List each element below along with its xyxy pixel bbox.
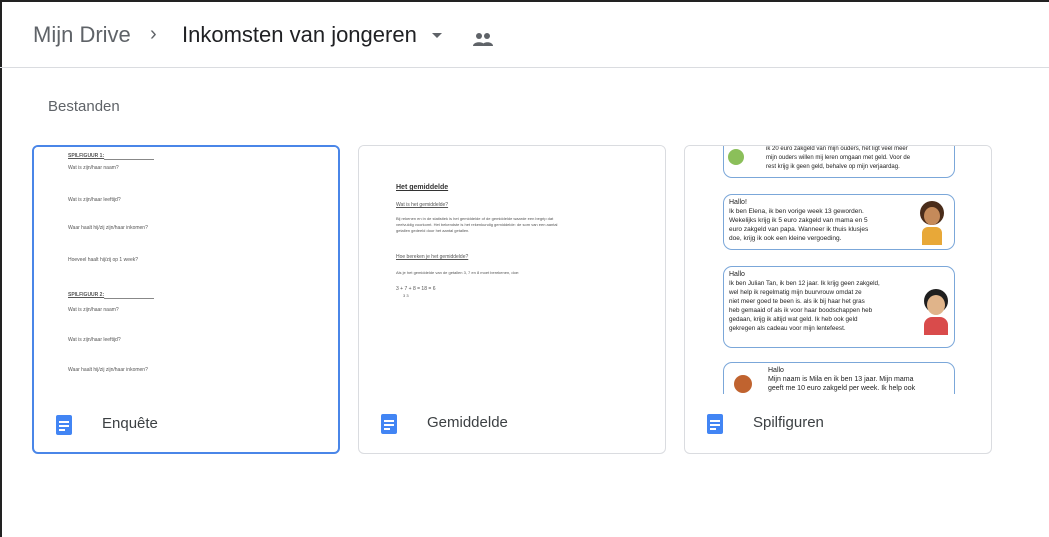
file-card-footer: Spilfiguren bbox=[685, 394, 991, 453]
preview-line: Wat is zijn/haar leeftijd? bbox=[68, 197, 121, 203]
breadcrumb-current-folder[interactable]: Inkomsten van jongeren bbox=[182, 22, 417, 48]
character-avatar bbox=[734, 375, 752, 393]
google-docs-icon bbox=[56, 415, 72, 435]
google-docs-icon bbox=[707, 414, 723, 434]
file-thumbnail[interactable]: ik 20 euro zakgeld van mijn ouders, het … bbox=[685, 146, 991, 394]
preview-line: Wat is het gemiddelde? bbox=[396, 202, 449, 208]
preview-title: Het gemiddelde bbox=[396, 184, 449, 191]
preview-line: Waar haalt hij/zij zijn/haar inkomen? bbox=[68, 225, 148, 231]
preview-formula: 3 3 bbox=[403, 293, 409, 298]
preview-line: Hoe bereken je het gemiddelde? bbox=[396, 254, 469, 260]
speech-bubble: Hallo Ik ben Julian Tan, ik ben 12 jaar.… bbox=[723, 266, 955, 348]
speech-bubble: Hallo! Ik ben Elena, ik ben vorige week … bbox=[723, 194, 955, 250]
file-name[interactable]: Spilfiguren bbox=[753, 414, 824, 431]
preview-line: Als je het gemiddelde van de getallen 3,… bbox=[396, 270, 520, 275]
preview-formula: 3 + 7 + 8 = 18 = 6 bbox=[396, 286, 436, 292]
preview-line: Wat is zijn/haar naam? bbox=[68, 165, 119, 171]
section-title: Bestanden bbox=[48, 98, 120, 115]
shared-people-icon[interactable] bbox=[472, 32, 494, 46]
preview-line: veelvuldig voorkomt. Het bekendste is he… bbox=[396, 222, 558, 227]
file-thumbnail[interactable]: SPILFIGUUR 1: Wat is zijn/haar naam? Wat… bbox=[34, 147, 338, 395]
header: Mijn Drive › Inkomsten van jongeren bbox=[0, 0, 1049, 68]
speech-bubble: ik 20 euro zakgeld van mijn ouders, het … bbox=[723, 146, 955, 178]
preview-heading: SPILFIGUUR 2: bbox=[68, 292, 105, 298]
file-card-enquete[interactable]: SPILFIGUUR 1: Wat is zijn/haar naam? Wat… bbox=[32, 145, 340, 454]
preview-line: getallen gedeeld door het aantal getalle… bbox=[396, 228, 470, 233]
preview-line: Wat is zijn/haar naam? bbox=[68, 307, 119, 313]
file-name[interactable]: Gemiddelde bbox=[427, 414, 508, 431]
preview-line: Hoeveel haalt hij/zij op 1 week? bbox=[68, 257, 139, 263]
preview-line: Waar haalt hij/zij zijn/haar inkomen? bbox=[68, 367, 148, 373]
breadcrumb-my-drive[interactable]: Mijn Drive bbox=[33, 22, 131, 48]
file-name[interactable]: Enquête bbox=[102, 415, 158, 432]
speech-bubble: Hallo Mijn naam is Mila en ik ben 13 jaa… bbox=[723, 362, 955, 394]
character-avatar bbox=[728, 149, 744, 165]
file-card-gemiddelde[interactable]: Het gemiddelde Wat is het gemiddelde? Bi… bbox=[358, 145, 666, 454]
folder-menu-caret-icon[interactable] bbox=[432, 33, 442, 38]
preview-heading: SPILFIGUUR 1: bbox=[68, 153, 105, 159]
google-docs-icon bbox=[381, 414, 397, 434]
breadcrumb-separator-icon: › bbox=[150, 23, 157, 45]
preview-line: Bij rekenen en in de statistiek is het g… bbox=[396, 216, 554, 221]
file-card-spilfiguren[interactable]: ik 20 euro zakgeld van mijn ouders, het … bbox=[684, 145, 992, 454]
file-card-footer: Gemiddelde bbox=[359, 394, 665, 453]
file-thumbnail[interactable]: Het gemiddelde Wat is het gemiddelde? Bi… bbox=[359, 146, 665, 394]
file-card-footer: Enquête bbox=[34, 395, 338, 452]
preview-line: Wat is zijn/haar leeftijd? bbox=[68, 337, 121, 343]
